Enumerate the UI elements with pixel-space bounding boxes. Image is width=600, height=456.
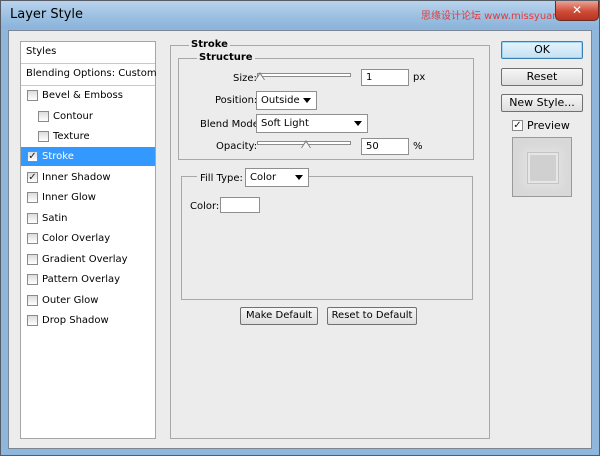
preview-label: Preview [527,119,570,132]
gradient-overlay-checkbox[interactable] [27,254,38,265]
style-item-outer-glow[interactable]: Outer Glow [21,291,155,310]
blend-mode-value: Soft Light [261,118,309,129]
style-item-label: Outer Glow [42,295,99,306]
position-label: Position: [215,95,258,106]
layer-style-dialog: Layer Style 思缘设计论坛 www.missyuan.com ✕ St… [0,0,600,456]
style-item-inner-glow[interactable]: Inner Glow [21,188,155,207]
chevron-down-icon [354,121,362,126]
style-item-label: Inner Shadow [42,172,111,183]
style-item-label: Satin [42,213,68,224]
bevel-emboss-checkbox[interactable] [27,90,38,101]
structure-title: Structure [197,52,255,63]
satin-checkbox[interactable] [27,213,38,224]
color-label: Color: [190,201,220,212]
size-label: Size: [233,73,257,84]
fill-type-label: Fill Type: [197,173,246,184]
texture-checkbox[interactable] [38,131,49,142]
style-item-label: Pattern Overlay [42,274,121,285]
fill-type-dropdown[interactable]: Color [245,168,309,187]
size-slider[interactable] [257,73,351,77]
size-unit: px [413,72,426,83]
preview-checkbox[interactable]: ✓ [512,120,523,131]
inner-shadow-checkbox[interactable]: ✓ [27,172,38,183]
style-item-gradient-overlay[interactable]: Gradient Overlay [21,250,155,269]
close-button[interactable]: ✕ [555,1,599,21]
styles-header[interactable]: Styles [21,42,155,62]
style-item-label: Contour [53,111,93,122]
style-item-color-overlay[interactable]: Color Overlay [21,229,155,248]
style-item-drop-shadow[interactable]: Drop Shadow [21,311,155,330]
stroke-color-swatch[interactable] [220,197,260,213]
blending-options-item[interactable]: Blending Options: Custom [21,64,157,84]
opacity-input[interactable]: 50 [361,138,409,155]
dialog-body: Styles Blending Options: Custom Bevel & … [8,30,592,449]
pattern-overlay-checkbox[interactable] [27,274,38,285]
outer-glow-checkbox[interactable] [27,295,38,306]
reset-button[interactable]: Reset [501,68,583,86]
style-item-pattern-overlay[interactable]: Pattern Overlay [21,270,155,289]
ok-button[interactable]: OK [501,41,583,59]
style-item-label: Color Overlay [42,233,111,244]
stroke-title: Stroke [189,39,230,50]
new-style-button[interactable]: New Style... [501,94,583,112]
window-title: Layer Style [10,7,84,22]
chevron-down-icon [303,98,311,103]
style-item-label: Gradient Overlay [42,254,128,265]
style-item-contour[interactable]: Contour [21,107,155,126]
blend-mode-label: Blend Mode: [200,119,263,130]
blending-options-label: Blending Options: Custom [26,68,157,79]
style-item-stroke[interactable]: ✓ Stroke [21,147,155,166]
style-item-label: Texture [53,131,90,142]
opacity-slider-thumb[interactable] [301,140,311,148]
style-item-texture[interactable]: Texture [21,127,155,146]
style-item-label: Stroke [42,151,74,162]
opacity-unit: % [413,141,423,152]
chevron-down-icon [295,175,303,180]
opacity-label: Opacity: [216,141,258,152]
style-item-label: Bevel & Emboss [42,90,123,101]
size-slider-thumb[interactable] [255,72,265,80]
inner-glow-checkbox[interactable] [27,192,38,203]
size-input[interactable]: 1 [361,69,409,86]
drop-shadow-checkbox[interactable] [27,315,38,326]
preview-swatch [530,155,556,181]
make-default-button[interactable]: Make Default [240,307,318,325]
style-preview [512,137,572,197]
position-value: Outside [261,95,300,106]
stroke-checkbox[interactable]: ✓ [27,151,38,162]
style-item-satin[interactable]: Satin [21,209,155,228]
blend-mode-dropdown[interactable]: Soft Light [256,114,368,133]
position-dropdown[interactable]: Outside [256,91,317,110]
styles-list: Styles Blending Options: Custom Bevel & … [20,41,157,439]
fill-group [181,176,473,300]
reset-to-default-button[interactable]: Reset to Default [327,307,417,325]
color-overlay-checkbox[interactable] [27,233,38,244]
style-item-label: Inner Glow [42,192,96,203]
styles-header-label: Styles [26,46,57,57]
contour-checkbox[interactable] [38,111,49,122]
style-item-bevel-emboss[interactable]: Bevel & Emboss [21,86,155,105]
title-bar[interactable]: Layer Style 思缘设计论坛 www.missyuan.com ✕ [1,1,599,29]
fill-type-value: Color [250,172,277,183]
style-item-label: Drop Shadow [42,315,109,326]
style-item-inner-shadow[interactable]: ✓ Inner Shadow [21,168,155,187]
